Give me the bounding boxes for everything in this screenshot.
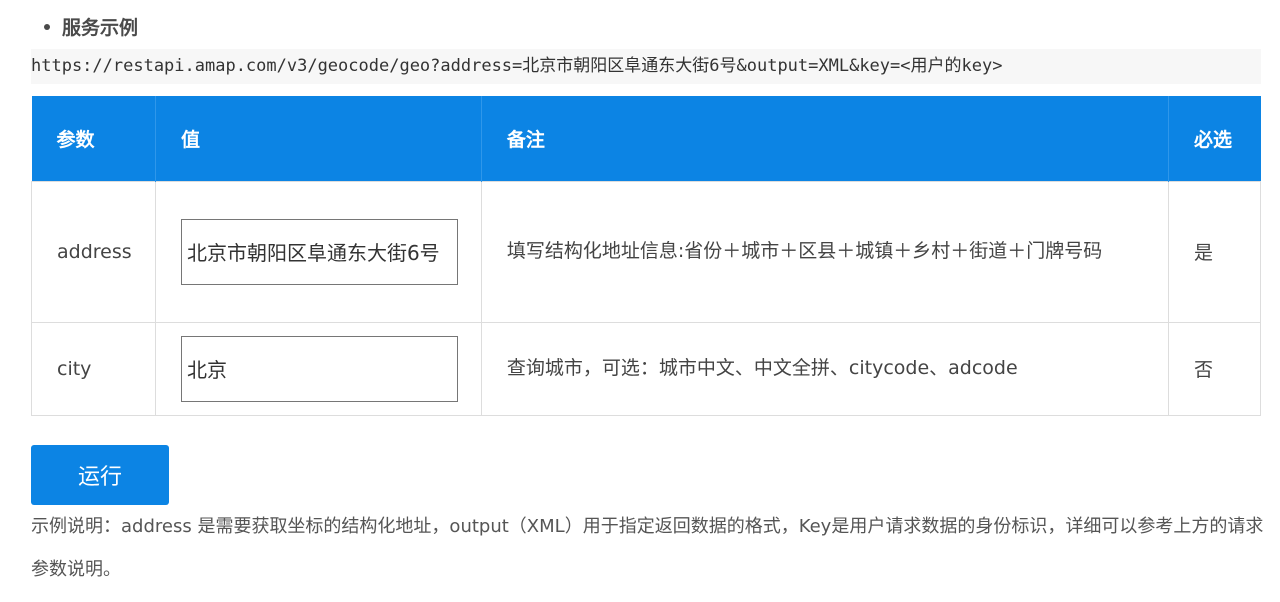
header-note: 备注 bbox=[481, 96, 1170, 181]
bullet-icon bbox=[44, 23, 50, 30]
header-required: 必选 bbox=[1168, 96, 1261, 181]
param-required: 是 bbox=[1168, 180, 1261, 323]
param-required: 否 bbox=[1168, 321, 1261, 416]
params-table: 参数 值 备注 必选 address 填写结构化地址信息:省份＋城市＋区县＋城镇… bbox=[31, 96, 1261, 416]
header-param: 参数 bbox=[31, 96, 156, 181]
header-value: 值 bbox=[155, 96, 482, 181]
address-input[interactable] bbox=[180, 218, 458, 285]
table-header-row: 参数 值 备注 必选 bbox=[31, 96, 1261, 181]
table-row-address: address 填写结构化地址信息:省份＋城市＋区县＋城镇＋乡村＋街道＋门牌号码… bbox=[31, 180, 1261, 323]
table-row-city: city 查询城市，可选：城市中文、中文全拼、citycode、adcode 否 bbox=[31, 321, 1261, 416]
city-input[interactable] bbox=[180, 335, 458, 402]
section-heading: 服务示例 bbox=[44, 14, 138, 42]
param-name: address bbox=[31, 180, 156, 323]
section-title-text: 服务示例 bbox=[62, 17, 139, 39]
run-button[interactable]: 运行 bbox=[31, 445, 169, 505]
param-note: 查询城市，可选：城市中文、中文全拼、citycode、adcode bbox=[480, 321, 1170, 416]
value-cell bbox=[154, 321, 482, 416]
request-url: https://restapi.amap.com/v3/geocode/geo?… bbox=[31, 49, 1261, 84]
param-note: 填写结构化地址信息:省份＋城市＋区县＋城镇＋乡村＋街道＋门牌号码 bbox=[480, 180, 1170, 323]
example-description: 示例说明：address 是需要获取坐标的结构化地址，output（XML）用于… bbox=[31, 516, 1264, 580]
value-cell bbox=[154, 180, 482, 323]
param-name: city bbox=[31, 321, 156, 416]
